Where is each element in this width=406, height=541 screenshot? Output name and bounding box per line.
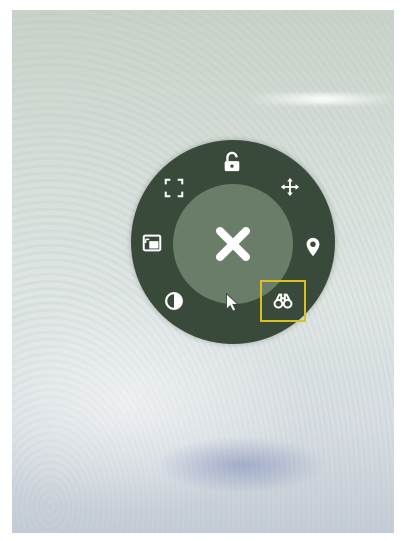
contrast-icon [165, 292, 183, 310]
picture-in-picture-icon [142, 234, 162, 252]
picture-in-picture-button[interactable] [138, 229, 166, 257]
pointer-button[interactable] [218, 288, 246, 316]
binoculars-button[interactable] [260, 280, 306, 322]
unlock-button[interactable] [218, 148, 246, 176]
close-icon [216, 227, 250, 261]
move-button[interactable] [276, 173, 304, 201]
pointer-cursor-icon [226, 292, 240, 312]
fullscreen-corners-icon [164, 178, 184, 198]
screen-glare [247, 94, 394, 104]
fullscreen-button[interactable] [160, 174, 188, 202]
location-pin-icon [306, 237, 320, 257]
location-button[interactable] [299, 233, 327, 261]
binoculars-icon [273, 293, 293, 309]
unlock-icon [224, 151, 240, 172]
move-arrows-icon [280, 177, 300, 197]
contrast-button[interactable] [160, 287, 188, 315]
